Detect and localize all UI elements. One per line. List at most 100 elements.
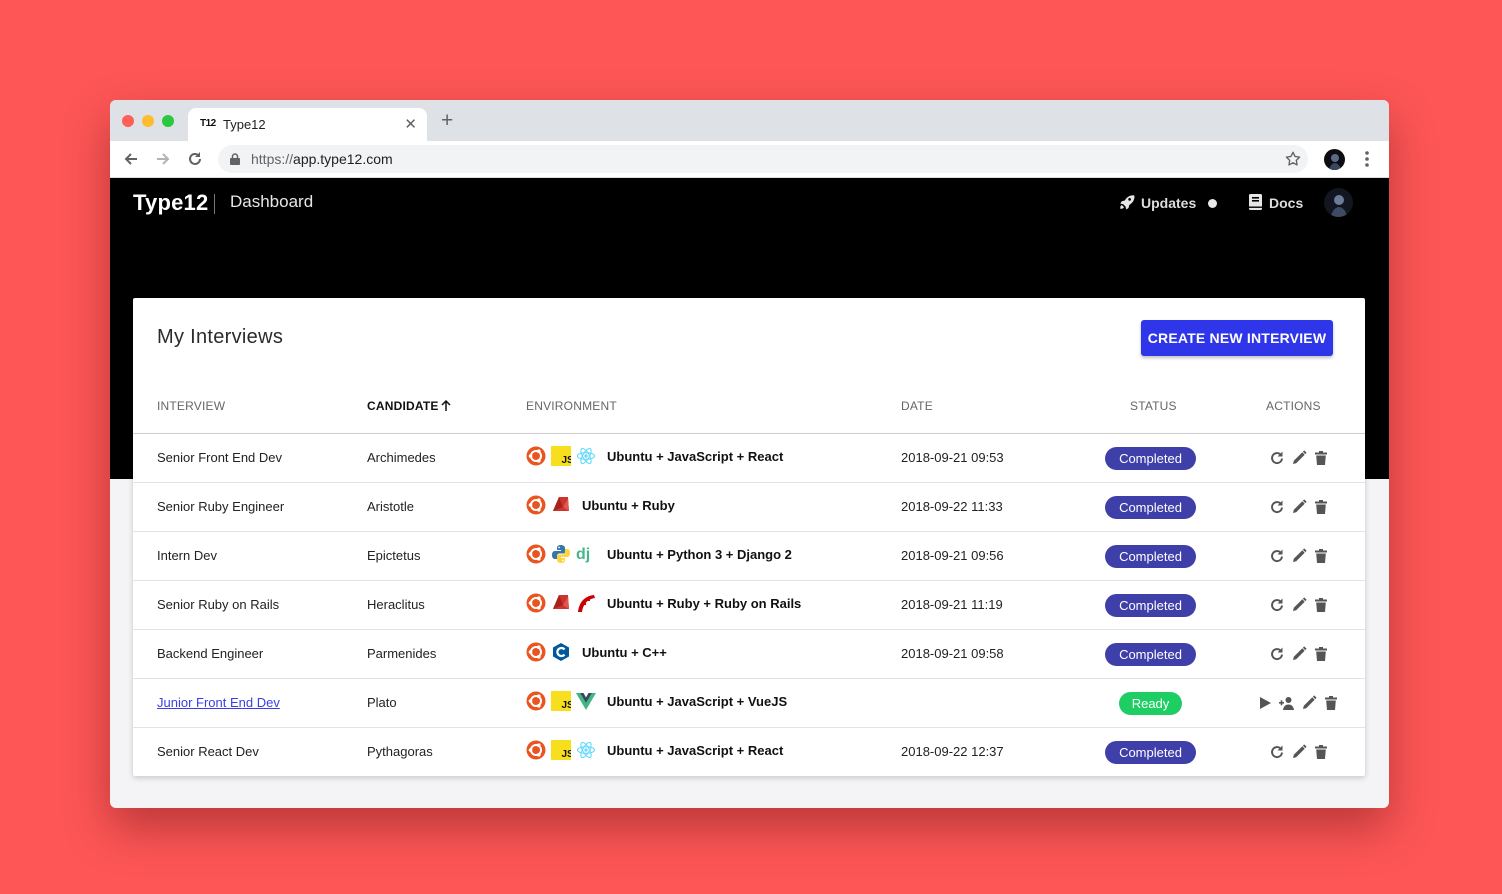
interview-name: Senior Ruby on Rails	[157, 597, 280, 612]
delete-trash-icon[interactable]	[1313, 744, 1329, 760]
delete-trash-icon[interactable]	[1313, 450, 1329, 466]
environment-cell: JS Ubuntu + JavaScript + React	[526, 446, 783, 466]
ubuntu-icon	[526, 544, 546, 564]
edit-pencil-icon[interactable]	[1291, 646, 1307, 662]
ubuntu-icon	[526, 593, 546, 613]
table-row[interactable]: Senior React Dev Pythagoras JS Ubuntu + Jav…	[133, 728, 1365, 777]
create-new-interview-button[interactable]: CREATE NEW INTERVIEW	[1141, 320, 1333, 356]
edit-pencil-icon[interactable]	[1291, 450, 1307, 466]
page-title: Dashboard	[230, 192, 314, 211]
svg-text:dj: dj	[576, 546, 590, 563]
updates-label: Updates	[1141, 195, 1197, 211]
column-header-candidate-label: CANDIDATE	[367, 399, 439, 413]
row-actions	[1269, 450, 1329, 466]
restart-icon[interactable]	[1269, 646, 1285, 662]
maximize-window-button[interactable]	[162, 115, 174, 127]
minimize-window-button[interactable]	[142, 115, 154, 127]
svg-text:JS: JS	[562, 455, 572, 466]
ubuntu-icon	[526, 642, 546, 662]
javascript-icon: JS	[551, 446, 574, 466]
environment-cell: Ubuntu + Ruby	[526, 495, 675, 515]
back-arrow-icon[interactable]	[122, 150, 140, 168]
candidate-name: Aristotle	[367, 499, 414, 514]
address-bar[interactable]: https://app.type12.com	[218, 145, 1308, 173]
status-badge: Completed	[1105, 447, 1196, 470]
rocket-icon	[1120, 195, 1135, 210]
delete-trash-icon[interactable]	[1313, 597, 1329, 613]
environment-label: Ubuntu + Ruby	[582, 497, 675, 513]
interview-date: 2018-09-21 11:19	[901, 597, 1003, 612]
vue-icon	[576, 691, 596, 711]
react-icon	[576, 740, 596, 760]
table-row[interactable]: Backend Engineer Parmenides Ubuntu + C++ 20…	[133, 630, 1365, 679]
interview-date: 2018-09-21 09:58	[901, 646, 1004, 661]
row-actions	[1257, 695, 1339, 711]
close-window-button[interactable]	[122, 115, 134, 127]
interview-date: 2018-09-22 11:33	[901, 499, 1003, 514]
candidate-name: Parmenides	[367, 646, 437, 661]
edit-pencil-icon[interactable]	[1291, 597, 1307, 613]
candidate-name: Heraclitus	[367, 597, 425, 612]
browser-menu-icon[interactable]	[1362, 149, 1372, 169]
column-header-date[interactable]: DATE	[901, 399, 933, 413]
column-header-candidate[interactable]: CANDIDATE	[367, 399, 451, 413]
brand-logo[interactable]: Type12	[133, 190, 208, 216]
edit-pencil-icon[interactable]	[1301, 695, 1317, 711]
forward-arrow-icon[interactable]	[154, 150, 172, 168]
python-icon	[551, 544, 571, 564]
brand-divider	[214, 194, 215, 214]
environment-cell: JS Ubuntu + JavaScript + VueJS	[526, 691, 787, 711]
table-row[interactable]: Junior Front End Dev Plato JS Ubuntu + Java…	[133, 679, 1365, 728]
updates-link[interactable]: Updates	[1118, 193, 1218, 211]
reload-icon[interactable]	[186, 150, 204, 168]
edit-pencil-icon[interactable]	[1291, 499, 1307, 515]
django-icon: dj	[576, 544, 596, 564]
react-icon	[576, 446, 596, 466]
delete-trash-icon[interactable]	[1323, 695, 1339, 711]
edit-pencil-icon[interactable]	[1291, 548, 1307, 564]
column-header-status[interactable]: STATUS	[1130, 399, 1177, 413]
restart-icon[interactable]	[1269, 548, 1285, 564]
status-cell: Completed	[1105, 594, 1196, 617]
status-cell: Completed	[1105, 545, 1196, 568]
candidate-name: Pythagoras	[367, 744, 433, 759]
tab-title: Type12	[223, 117, 266, 132]
environment-label: Ubuntu + JavaScript + React	[607, 742, 784, 758]
browser-profile-avatar[interactable]	[1324, 149, 1345, 170]
table-row[interactable]: Senior Front End Dev Archimedes JS Ubuntu +…	[133, 434, 1365, 483]
sort-ascending-arrow-icon	[441, 399, 451, 411]
row-actions	[1269, 597, 1329, 613]
cpp-icon	[551, 642, 571, 662]
environment-cell: JS Ubuntu + JavaScript + React	[526, 740, 783, 760]
user-avatar[interactable]	[1324, 188, 1353, 217]
new-tab-icon[interactable]: +	[441, 110, 453, 131]
browser-window: T12 Type12 ✕ + https://app.type12.com Ty…	[110, 100, 1389, 808]
table-row[interactable]: Senior Ruby on Rails Heraclitus Ubuntu + R…	[133, 581, 1365, 630]
interview-name-link[interactable]: Junior Front End Dev	[157, 695, 280, 710]
environment-label: Ubuntu + JavaScript + React	[607, 448, 784, 464]
url-host: app.type12.com	[293, 151, 393, 167]
table-row[interactable]: Intern Dev Epictetus dj Ubuntu + Python 3 +…	[133, 532, 1365, 581]
docs-link[interactable]: Docs	[1248, 193, 1303, 211]
table-row[interactable]: Senior Ruby Engineer Aristotle Ubuntu + Ru…	[133, 483, 1365, 532]
environment-cell: Ubuntu + Ruby + Ruby on Rails	[526, 593, 801, 613]
restart-icon[interactable]	[1269, 450, 1285, 466]
candidate-name: Plato	[367, 695, 397, 710]
docs-label: Docs	[1269, 195, 1304, 211]
bookmark-star-icon[interactable]	[1284, 150, 1302, 168]
restart-icon[interactable]	[1269, 499, 1285, 515]
browser-tab[interactable]: T12 Type12 ✕	[188, 108, 427, 141]
delete-trash-icon[interactable]	[1313, 646, 1329, 662]
javascript-icon: JS	[551, 691, 574, 711]
restart-icon[interactable]	[1269, 597, 1285, 613]
interview-date: 2018-09-21 09:56	[901, 548, 1004, 563]
close-tab-icon[interactable]: ✕	[404, 115, 417, 133]
delete-trash-icon[interactable]	[1313, 548, 1329, 564]
edit-pencil-icon[interactable]	[1291, 744, 1307, 760]
delete-trash-icon[interactable]	[1313, 499, 1329, 515]
column-header-interview[interactable]: INTERVIEW	[157, 399, 225, 413]
play-icon[interactable]	[1257, 695, 1273, 711]
column-header-environment[interactable]: ENVIRONMENT	[526, 399, 617, 413]
add-candidate-icon[interactable]	[1279, 695, 1295, 711]
restart-icon[interactable]	[1269, 744, 1285, 760]
